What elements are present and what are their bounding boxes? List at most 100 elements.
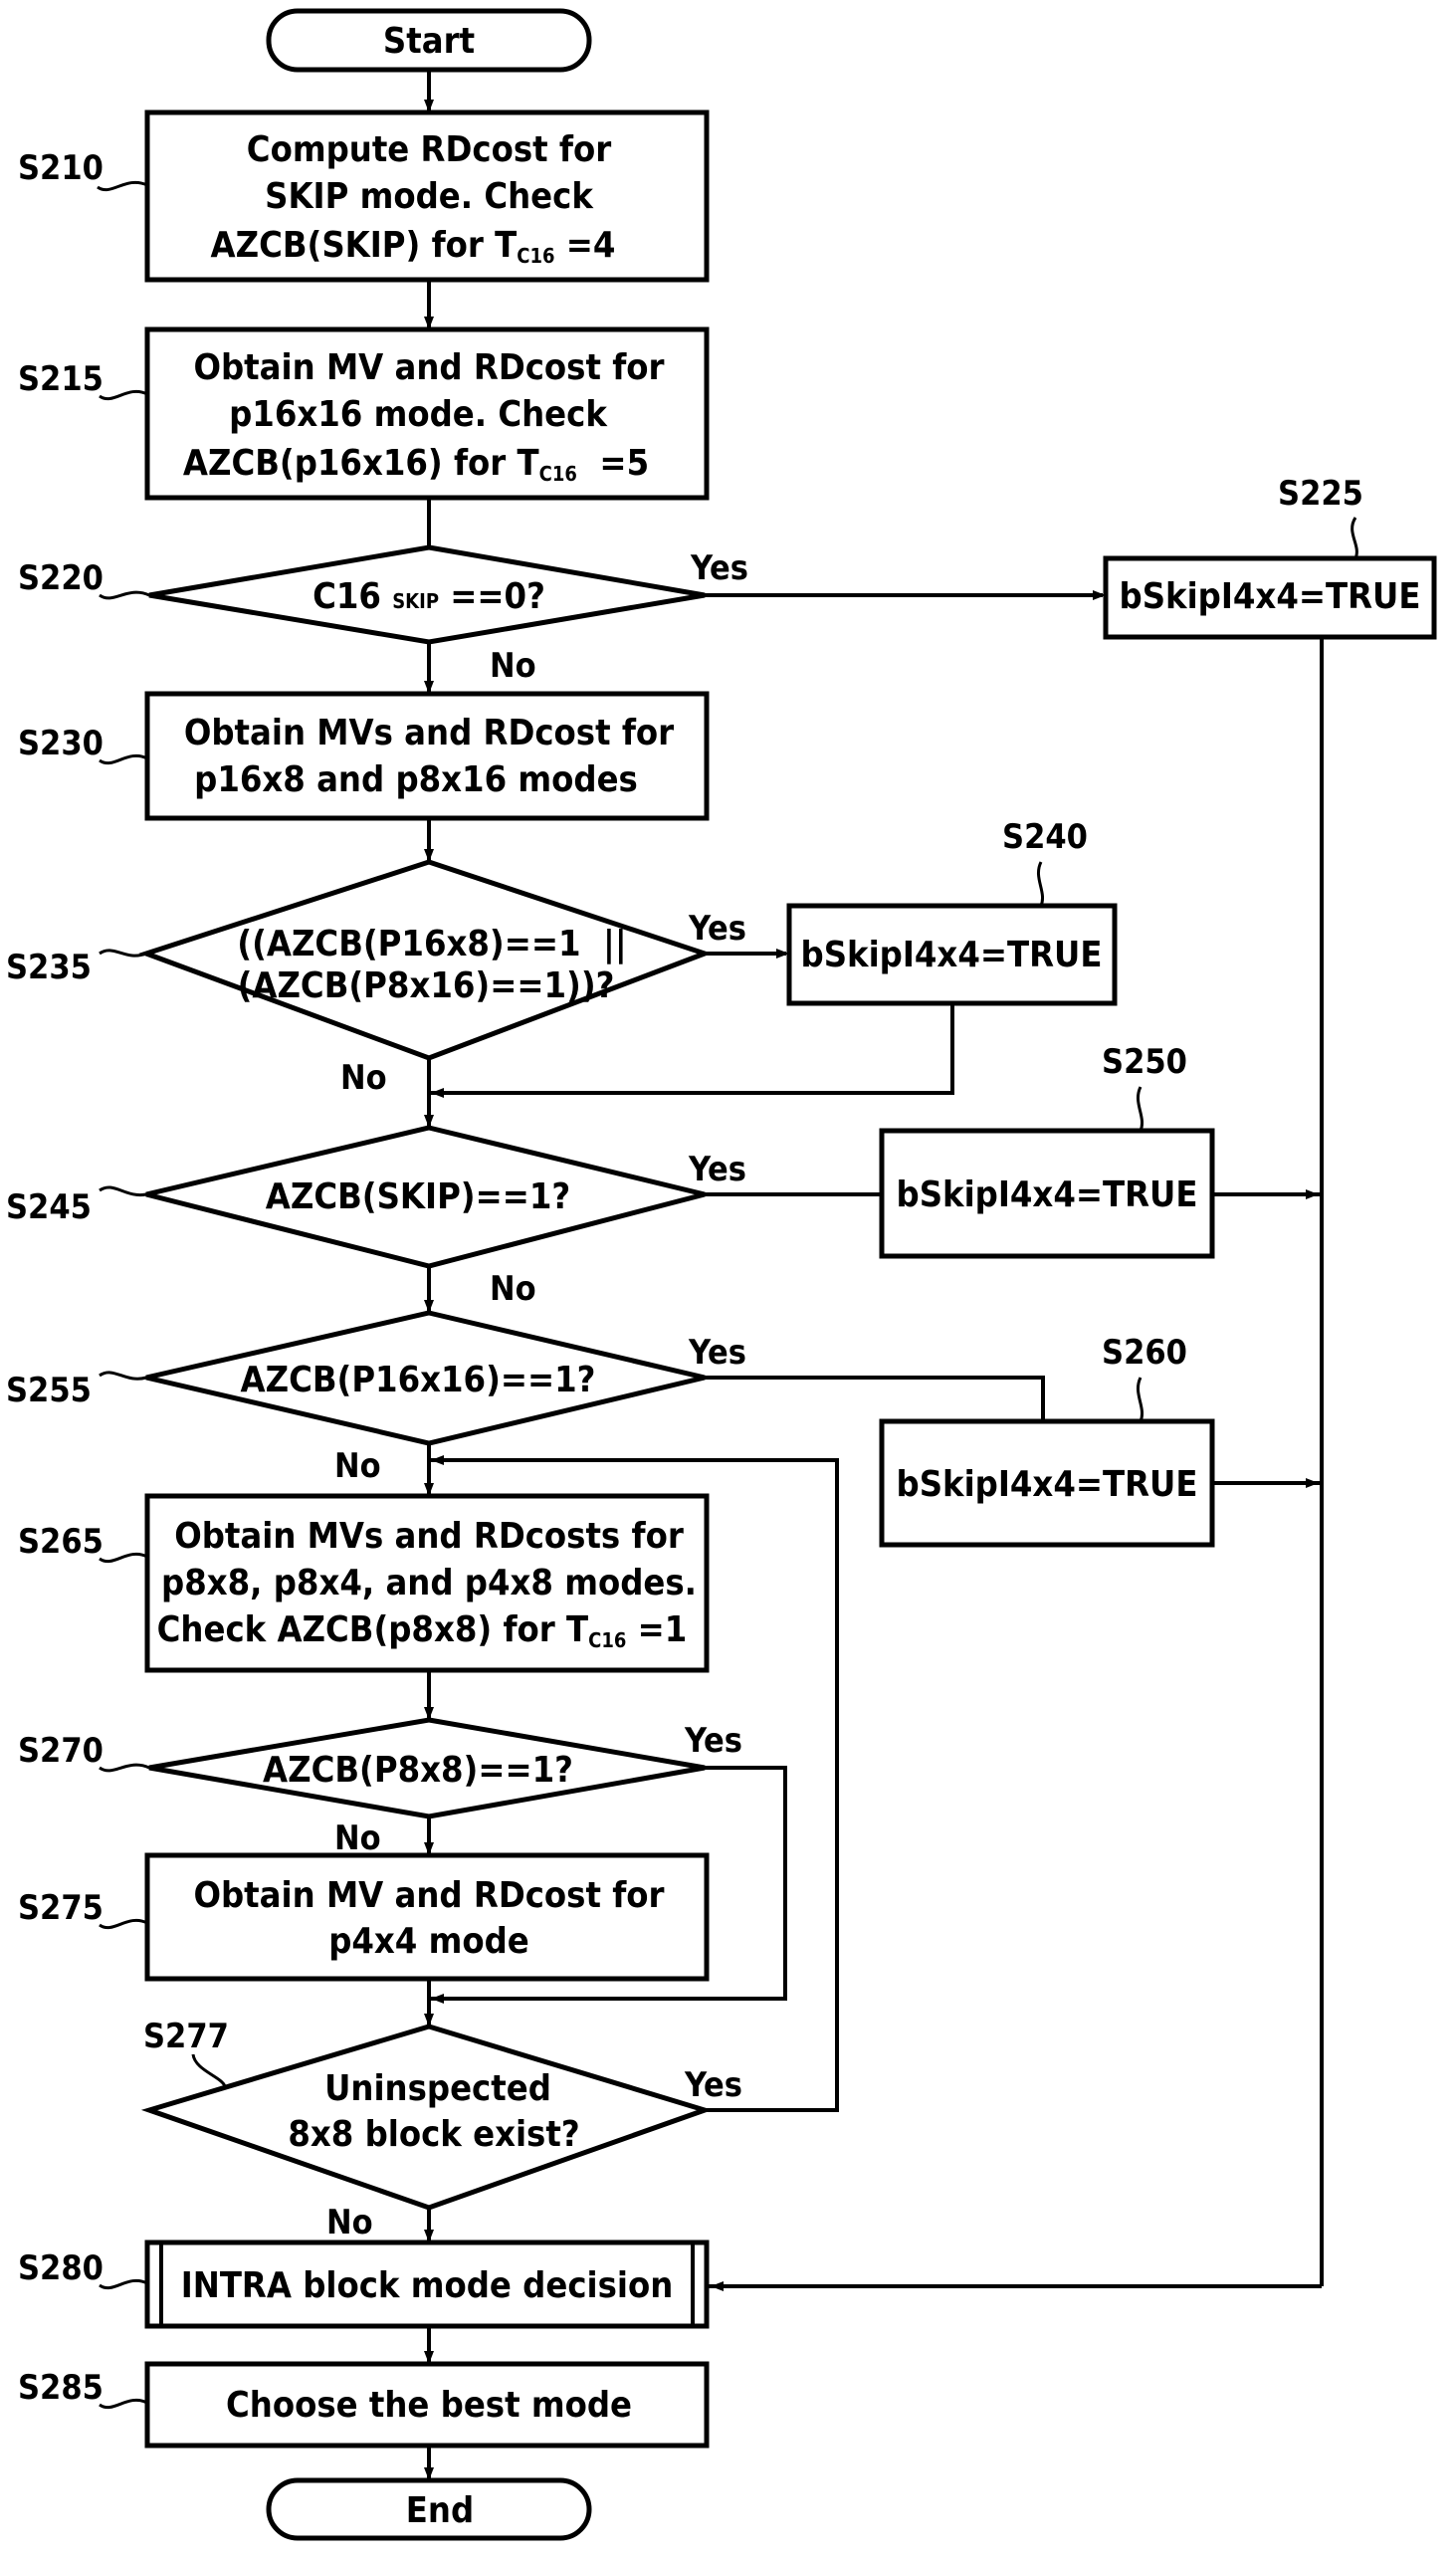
step-id-leader (191, 2053, 227, 2087)
step-id-leader (1136, 1377, 1144, 1422)
step-s210: Compute RDcost for SKIP mode. Check AZCB… (18, 109, 710, 283)
box-line-main: AZCB(SKIP) for T (211, 225, 518, 266)
decision-text: AZCB(P8x8)==1? (263, 1750, 573, 1791)
step-id-leader (99, 590, 150, 600)
box-line-main: AZCB(p16x16) for T (183, 443, 539, 484)
box-text: INTRA block mode decision (181, 2265, 674, 2306)
step-id-label: S240 (1002, 817, 1088, 857)
step-id-label: S210 (18, 148, 104, 188)
step-id-label: S230 (18, 724, 104, 763)
box-line-main: Check AZCB(p8x8) for T (157, 1609, 588, 1650)
decision-s220: C16 SKIP ==0? S220 Yes No (18, 544, 748, 686)
step-s265: Obtain MVs and RDcosts for p8x8, p8x4, a… (18, 1493, 710, 1673)
step-s275: Obtain MV and RDcost for p4x4 mode S275 (18, 1852, 710, 1982)
end-label: End (406, 2490, 474, 2531)
arrowhead-left (431, 1088, 444, 1098)
step-id-leader (99, 949, 147, 958)
step-id-label: S265 (18, 1522, 104, 1562)
box-text: Choose the best mode (226, 2385, 632, 2426)
subscript: SKIP (392, 589, 439, 613)
box-text: bSkipI4x4=TRUE (801, 935, 1103, 975)
step-id-leader (99, 389, 148, 401)
step-id-leader (99, 2398, 148, 2410)
step-s240: bSkipI4x4=TRUE S240 (786, 817, 1118, 1006)
box-line: Obtain MV and RDcost for (193, 1875, 664, 1916)
branch-no-label: No (334, 1446, 381, 1486)
box-line: Obtain MVs and RDcost for (184, 713, 674, 753)
decision-text-pre: C16 (312, 576, 392, 617)
box-line: Compute RDcost for (247, 129, 611, 170)
subscript: C16 (517, 244, 554, 268)
subscript: C16 (588, 1628, 626, 1652)
decision-line: ((AZCB(P16x8)==1 || (237, 924, 626, 964)
step-id-label: S255 (6, 1371, 92, 1410)
step-id-label: S235 (6, 948, 92, 987)
decision-text: AZCB(SKIP)==1? (266, 1176, 570, 1217)
decision-s277: Uninspected 8x8 block exist? S277 Yes No (140, 2017, 742, 2242)
flowchart: Start Compute RDcost for SKIP mode. Chec… (6, 8, 1437, 2541)
step-id-leader (1136, 1086, 1144, 1132)
box-text: bSkipI4x4=TRUE (1120, 576, 1421, 617)
branch-no-label: No (326, 2203, 373, 2242)
box-line: p4x4 mode (328, 1921, 529, 1962)
step-id-leader (99, 1763, 150, 1773)
decision-line: 8x8 block exist? (288, 2114, 579, 2155)
decision-line: Uninspected (324, 2068, 551, 2109)
step-id-label: S277 (143, 2017, 229, 2056)
box-line: SKIP mode. Check (265, 176, 594, 217)
step-id-leader (1036, 861, 1044, 907)
step-id-label: S280 (18, 2248, 104, 2288)
step-s250: bSkipI4x4=TRUE S250 (879, 1042, 1215, 1259)
step-id-leader (99, 1371, 147, 1381)
step-id-label: S285 (18, 2368, 104, 2408)
step-s260: bSkipI4x4=TRUE S260 (879, 1333, 1215, 1548)
box-text: bSkipI4x4=TRUE (897, 1174, 1198, 1215)
branch-no-label: No (340, 1058, 387, 1098)
box-line-suffix: =5 (577, 443, 649, 484)
step-s230: Obtain MVs and RDcost for p16x8 and p8x1… (18, 691, 710, 821)
box-line: Obtain MV and RDcost for (193, 347, 664, 388)
arrowhead-left (711, 2281, 724, 2291)
box-text: bSkipI4x4=TRUE (897, 1464, 1198, 1505)
step-id-label: S245 (6, 1187, 92, 1227)
branch-no-label: No (490, 1269, 536, 1309)
connector-s255-yes-s260 (705, 1376, 1045, 1421)
branch-no-label: No (490, 646, 536, 686)
step-id-label: S250 (1102, 1042, 1187, 1082)
step-id-label: S220 (18, 558, 104, 598)
step-id-label: S225 (1278, 474, 1363, 514)
step-id-leader (99, 1918, 148, 1930)
box-line: AZCB(p16x16) for TC16 =5 (183, 443, 649, 486)
step-id-leader (99, 2278, 148, 2290)
decision-line: (AZCB(P8x16)==1))? (238, 965, 615, 1006)
decision-s235: ((AZCB(P16x8)==1 || (AZCB(P8x16)==1))? S… (6, 859, 746, 1098)
branch-yes-label: Yes (688, 1150, 746, 1189)
step-s280: INTRA block mode decision S280 (18, 2240, 710, 2329)
box-line-suffix: =4 (555, 225, 616, 266)
start-terminal: Start (266, 8, 592, 73)
branch-no-label: No (334, 1818, 381, 1858)
box-line: Obtain MVs and RDcosts for (174, 1516, 684, 1557)
step-id-label: S270 (18, 1731, 104, 1771)
decision-text: AZCB(P16x16)==1? (241, 1360, 596, 1400)
step-id-leader (97, 180, 148, 192)
arrowhead-right (1306, 1189, 1319, 1199)
subscript: C16 (539, 462, 577, 486)
step-id-label: S215 (18, 359, 104, 399)
decision-text-post: ==0? (439, 576, 545, 617)
arrowhead-right (1306, 1478, 1319, 1488)
box-line-suffix: =1 (626, 1609, 687, 1650)
start-label: Start (383, 21, 475, 62)
step-s285: Choose the best mode S285 (18, 2361, 710, 2449)
branch-yes-label: Yes (684, 1721, 742, 1761)
box-line: p16x8 and p8x16 modes (194, 759, 638, 800)
step-id-leader (1351, 517, 1358, 559)
decision-s270: AZCB(P8x8)==1? S270 Yes No (18, 1717, 742, 1858)
decision-s245: AZCB(SKIP)==1? S245 Yes No (6, 1125, 746, 1309)
step-id-label: S275 (18, 1888, 104, 1928)
branch-yes-label: Yes (684, 2065, 742, 2105)
step-id-leader (99, 1552, 148, 1564)
branch-yes-label: Yes (690, 548, 748, 588)
step-id-label: S260 (1102, 1333, 1187, 1373)
arrowhead-left (431, 1994, 444, 2004)
